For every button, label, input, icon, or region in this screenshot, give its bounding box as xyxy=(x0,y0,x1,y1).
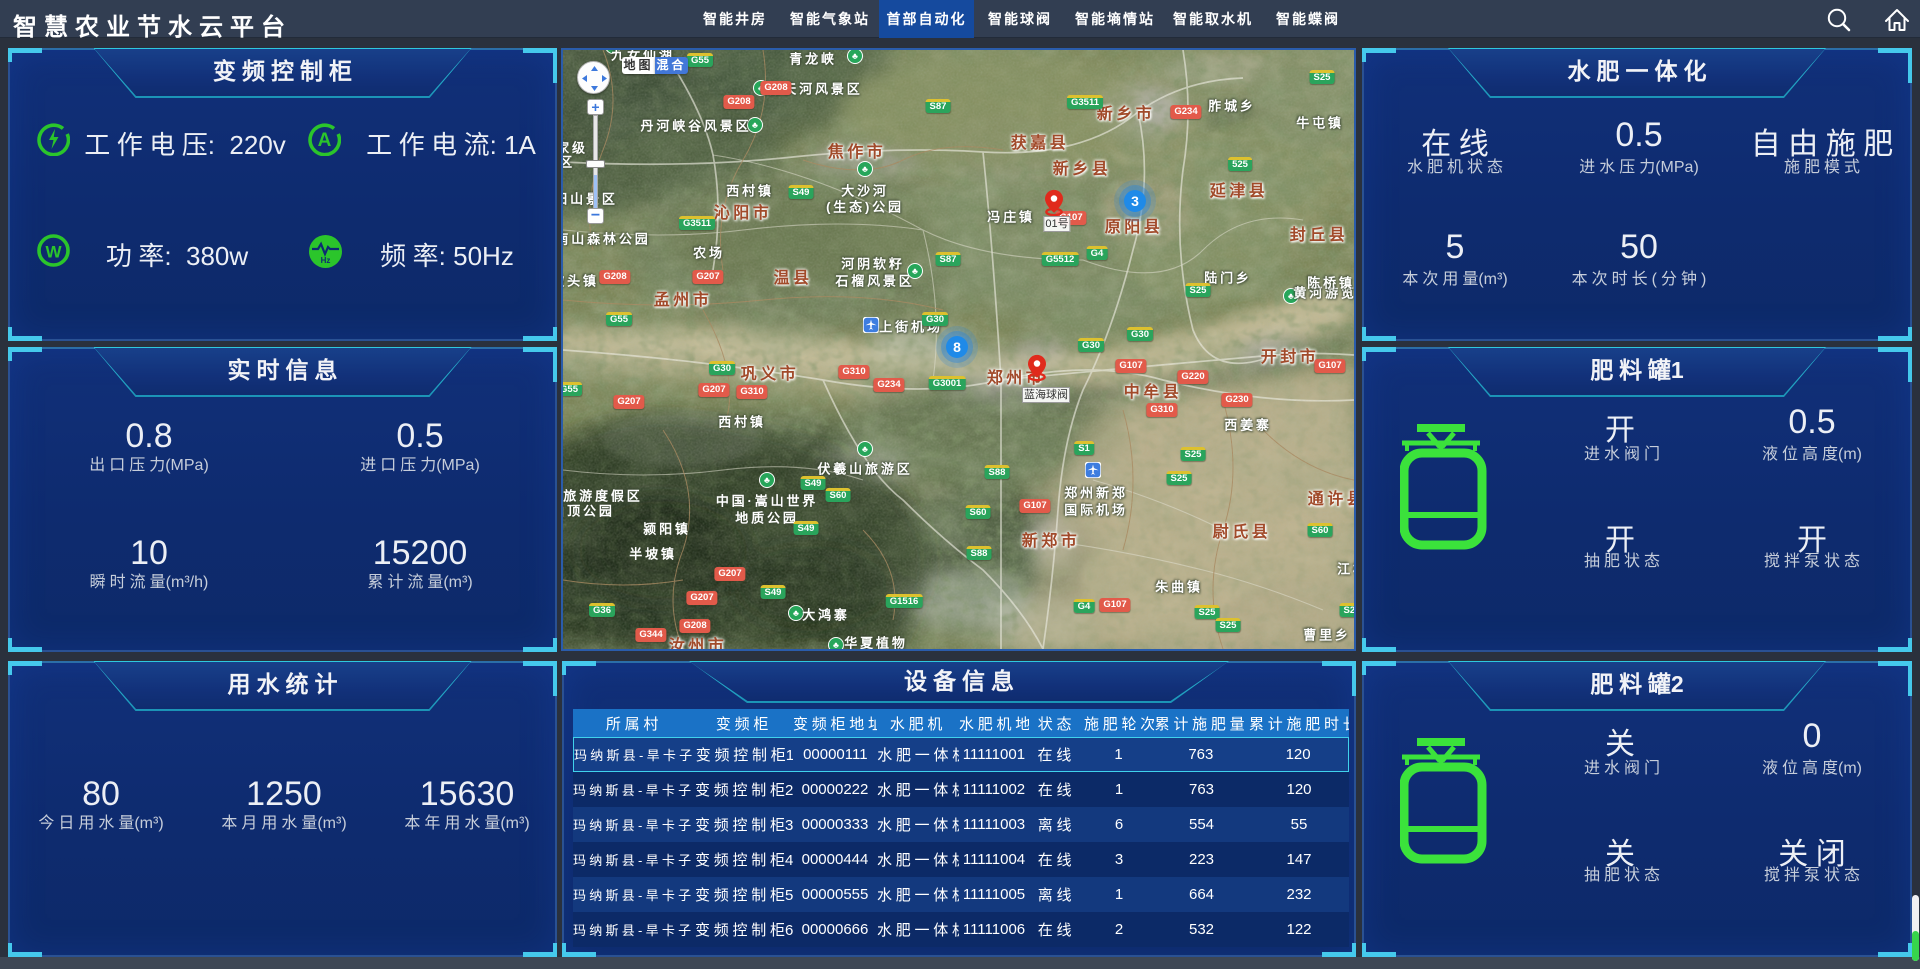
svg-text:Hz: Hz xyxy=(321,256,331,265)
svg-text:W: W xyxy=(45,243,62,262)
svg-text:A: A xyxy=(318,130,332,151)
